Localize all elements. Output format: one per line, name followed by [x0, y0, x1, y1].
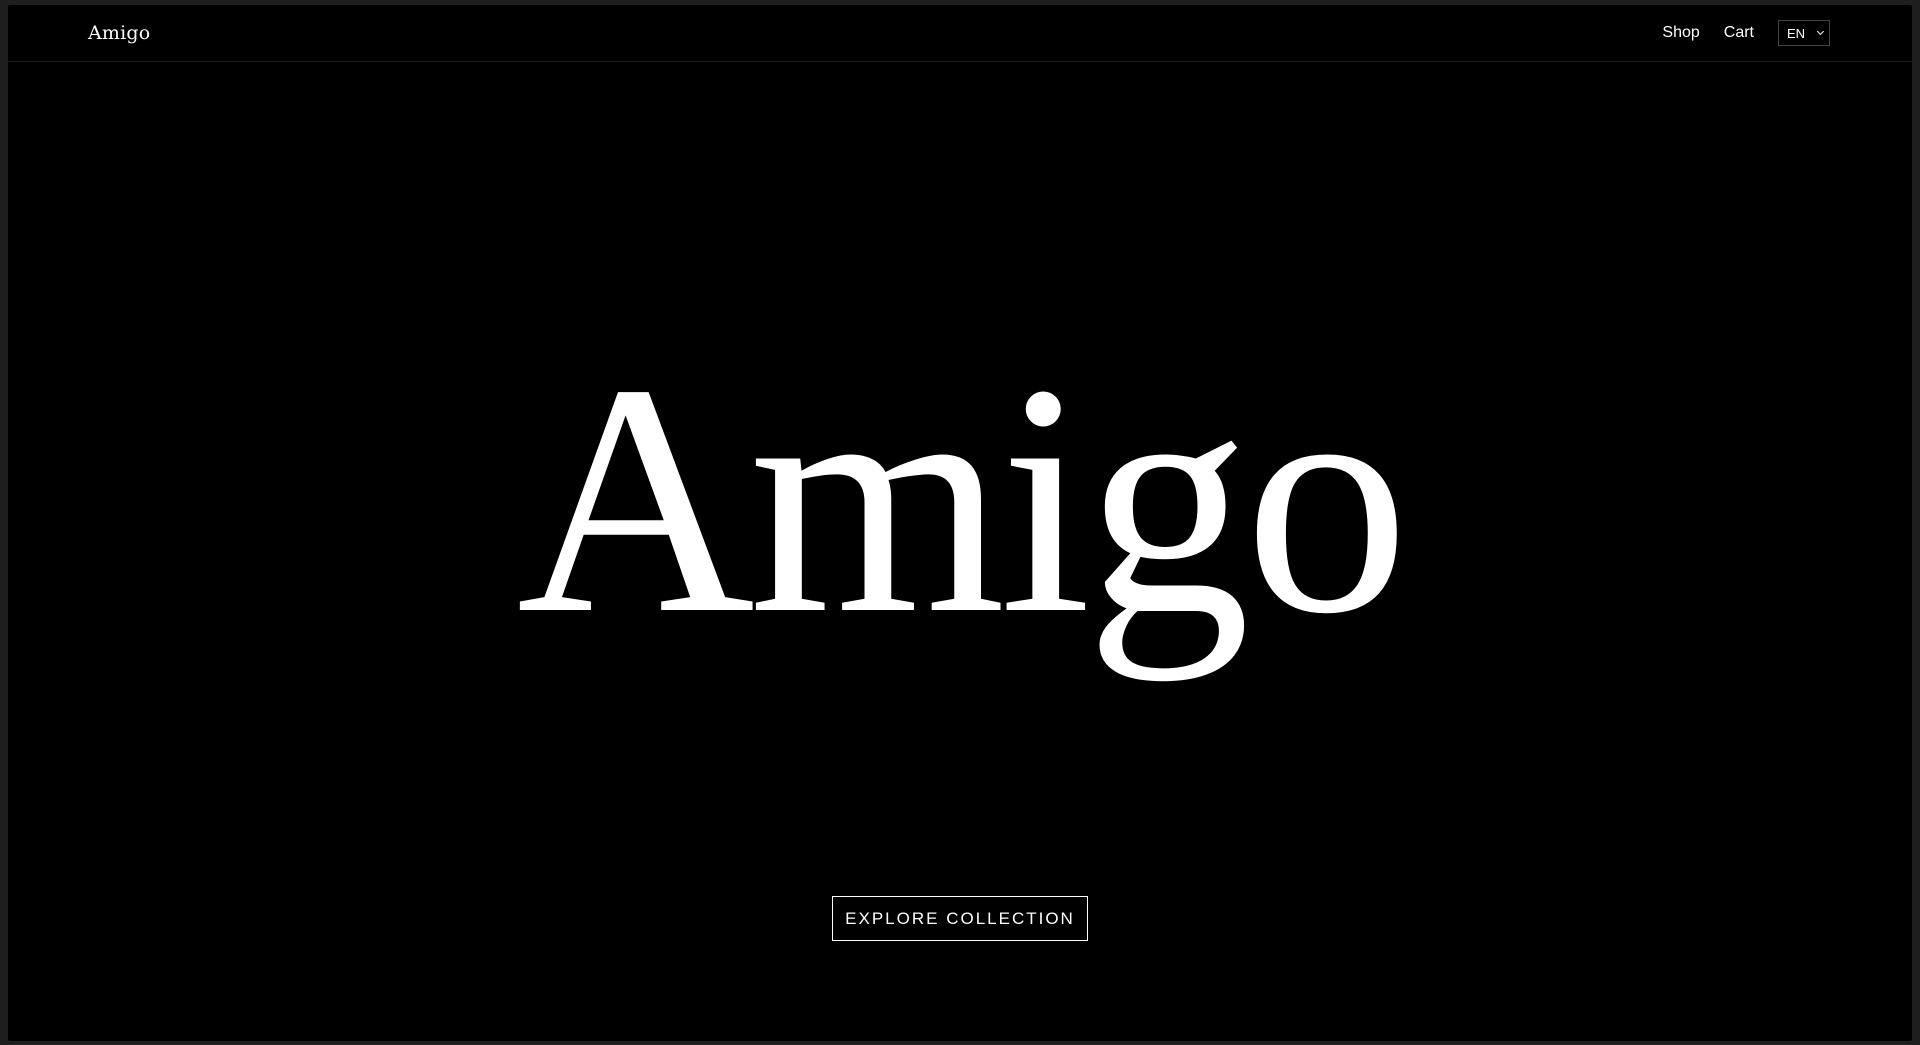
language-select[interactable]: EN	[1778, 20, 1830, 46]
chevron-down-icon	[1816, 27, 1825, 36]
site-header: Amigo Shop Cart EN	[8, 5, 1912, 62]
explore-collection-button[interactable]: EXPLORE COLLECTION	[832, 896, 1088, 941]
hero-title: Amigo	[516, 317, 1410, 682]
nav-link-cart[interactable]: Cart	[1724, 23, 1754, 43]
site-logo[interactable]: Amigo	[88, 22, 150, 44]
page-frame: Amigo Shop Cart EN Amigo EXPLORE COLLECT…	[8, 5, 1912, 1041]
language-select-value: EN	[1787, 25, 1806, 41]
nav-link-shop[interactable]: Shop	[1662, 23, 1699, 43]
main-nav: Shop Cart EN	[1662, 20, 1830, 46]
